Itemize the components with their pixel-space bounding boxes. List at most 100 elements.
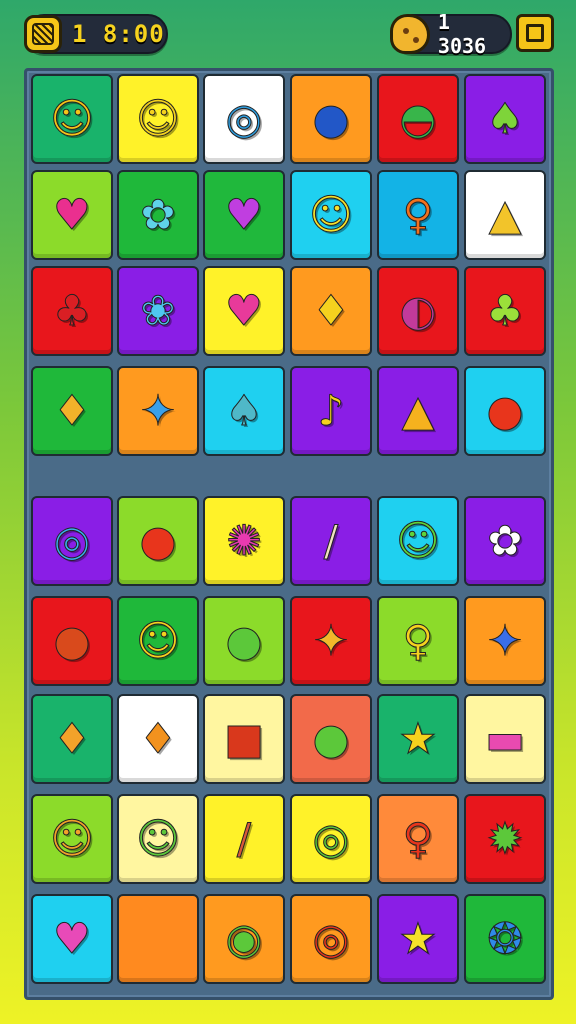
sun-face-icon: ☺: [136, 94, 181, 143]
tile-star-wand[interactable]: ★: [377, 694, 459, 784]
red-lolly-icon: ♀: [402, 814, 434, 863]
tile-blue-flower[interactable]: ❀: [117, 266, 199, 356]
tile-green-cabbage[interactable]: ●: [203, 596, 285, 686]
tile-swirl-lollipop[interactable]: ◎: [31, 496, 113, 586]
tile-rolling-pin[interactable]: /: [203, 794, 285, 884]
coin-count: 1 8:00: [72, 20, 165, 48]
red-bear-icon: ♣: [53, 286, 92, 335]
tile-sun-face[interactable]: ☺: [117, 74, 199, 164]
pink-cupcake-icon: ▬: [485, 714, 526, 763]
green-smiley-icon: ☺: [396, 516, 441, 565]
tile-red-magnifier[interactable]: ◎: [290, 894, 372, 984]
tile-onion[interactable]: ●: [31, 596, 113, 686]
green-face-icon: ☺: [136, 814, 181, 863]
green-cabbage-icon: ●: [225, 616, 263, 665]
menu-icon: [526, 24, 544, 42]
tile-red-blob[interactable]: ●: [117, 496, 199, 586]
tile-green-face[interactable]: ☺: [117, 794, 199, 884]
pink-bow-head-icon: ♥: [53, 914, 92, 963]
coin-counter[interactable]: 1 8:00: [24, 14, 168, 54]
tile-pinecone[interactable]: ♦: [117, 694, 199, 784]
tile-watermelon-ball[interactable]: ◓: [377, 74, 459, 164]
tile-red-lolly[interactable]: ♀: [377, 794, 459, 884]
tile-green-apple[interactable]: ●: [290, 694, 372, 784]
red-apple-icon: ●: [486, 386, 524, 435]
blue-flower-icon: ❀: [140, 286, 176, 335]
tile-yellow-cat[interactable]: ☺: [290, 170, 372, 260]
onion-icon: ●: [53, 616, 91, 665]
score-value: 1 3036: [437, 10, 487, 58]
tile-yellow-bird[interactable]: ♪: [290, 366, 372, 456]
tile-lion-face[interactable]: ☺: [31, 74, 113, 164]
cookie-icon: [390, 14, 430, 54]
tile-orange-lollipop[interactable]: ♀: [377, 170, 459, 260]
magnifier-candy-icon: ◎: [312, 814, 350, 863]
tile-empty-slot[interactable]: [117, 894, 199, 984]
ice-cream-cone-icon: ▲: [488, 190, 522, 239]
green-donut-icon: ◉: [225, 914, 263, 963]
score-counter[interactable]: 1 3036: [390, 10, 512, 58]
green-leaf-icon: ♠: [486, 94, 525, 143]
coin-icon: [24, 15, 62, 53]
blue-star-pin-icon: ✦: [140, 386, 176, 435]
tile-blue-pinwheel[interactable]: ✦: [464, 596, 546, 686]
tile-candy-stick[interactable]: /: [290, 496, 372, 586]
tile-yellow-star[interactable]: ★: [377, 894, 459, 984]
tile-blue-bow[interactable]: ✿: [117, 170, 199, 260]
tile-green-donut[interactable]: ◉: [203, 894, 285, 984]
tile-white-flower[interactable]: ✿: [464, 496, 546, 586]
tile-purple-cat[interactable]: ♥: [203, 170, 285, 260]
tile-carambola[interactable]: ♦: [31, 694, 113, 784]
tile-pink-cupcake[interactable]: ▬: [464, 694, 546, 784]
tile-pink-cat[interactable]: ♥: [31, 170, 113, 260]
tile-pink-octopus[interactable]: ✺: [203, 496, 285, 586]
pineapple-icon: ♦: [312, 286, 351, 335]
yellow-bird-icon: ♪: [317, 386, 345, 435]
tile-magnifier-candy[interactable]: ◎: [290, 794, 372, 884]
green-apple-icon: ●: [312, 714, 350, 763]
tile-red-jar[interactable]: ■: [203, 694, 285, 784]
tile-orange-bear[interactable]: ☺: [31, 794, 113, 884]
pink-cat-head-icon: ♥: [225, 286, 264, 335]
tile-star-gear[interactable]: ✹: [464, 794, 546, 884]
tile-red-apple[interactable]: ●: [464, 366, 546, 456]
candy-stick-icon: /: [323, 516, 339, 565]
pinecone-icon: ♦: [139, 714, 178, 763]
tile-teal-feather[interactable]: ♠: [203, 366, 285, 456]
tile-red-bear[interactable]: ♣: [31, 266, 113, 356]
origami-leaf-icon: ✦: [313, 616, 349, 665]
tile-hat-smiley[interactable]: ☺: [117, 596, 199, 686]
tile-swirl-candy[interactable]: ◎: [203, 74, 285, 164]
tile-broccoli-face[interactable]: ♣: [464, 266, 546, 356]
blue-ball-icon: ●: [312, 94, 350, 143]
tile-blue-badge[interactable]: ❂: [464, 894, 546, 984]
swirl-candy-icon: ◎: [225, 94, 263, 143]
mango-leaf-icon: ♦: [53, 386, 92, 435]
red-magnifier-icon: ◎: [312, 914, 350, 963]
striped-candy-icon: ◐: [399, 286, 437, 335]
watermelon-ball-icon: ◓: [399, 94, 437, 143]
tile-origami-leaf[interactable]: ✦: [290, 596, 372, 686]
yellow-star-icon: ★: [399, 914, 438, 963]
tile-pineapple[interactable]: ♦: [290, 266, 372, 356]
tile-striped-candy[interactable]: ◐: [377, 266, 459, 356]
tile-green-smiley[interactable]: ☺: [377, 496, 459, 586]
yellow-cat-icon: ☺: [309, 190, 354, 239]
tile-green-leaf[interactable]: ♠: [464, 74, 546, 164]
tile-blue-star-pin[interactable]: ✦: [117, 366, 199, 456]
tile-ice-cream-cone[interactable]: ▲: [464, 170, 546, 260]
rolling-pin-icon: /: [236, 814, 252, 863]
hat-smiley-icon: ☺: [136, 616, 181, 665]
swirl-lollipop-icon: ◎: [53, 516, 91, 565]
tile-pink-cat-head[interactable]: ♥: [203, 266, 285, 356]
tile-layer-cake[interactable]: ▲: [377, 366, 459, 456]
tile-mango-leaf[interactable]: ♦: [31, 366, 113, 456]
yellow-lollipop-icon: ♀: [402, 616, 434, 665]
tile-blue-ball[interactable]: ●: [290, 74, 372, 164]
pink-octopus-icon: ✺: [226, 516, 262, 565]
tile-pink-bow-head[interactable]: ♥: [31, 894, 113, 984]
teal-feather-icon: ♠: [225, 386, 264, 435]
tile-yellow-lollipop[interactable]: ♀: [377, 596, 459, 686]
red-blob-icon: ●: [139, 516, 177, 565]
menu-button[interactable]: [516, 14, 554, 52]
